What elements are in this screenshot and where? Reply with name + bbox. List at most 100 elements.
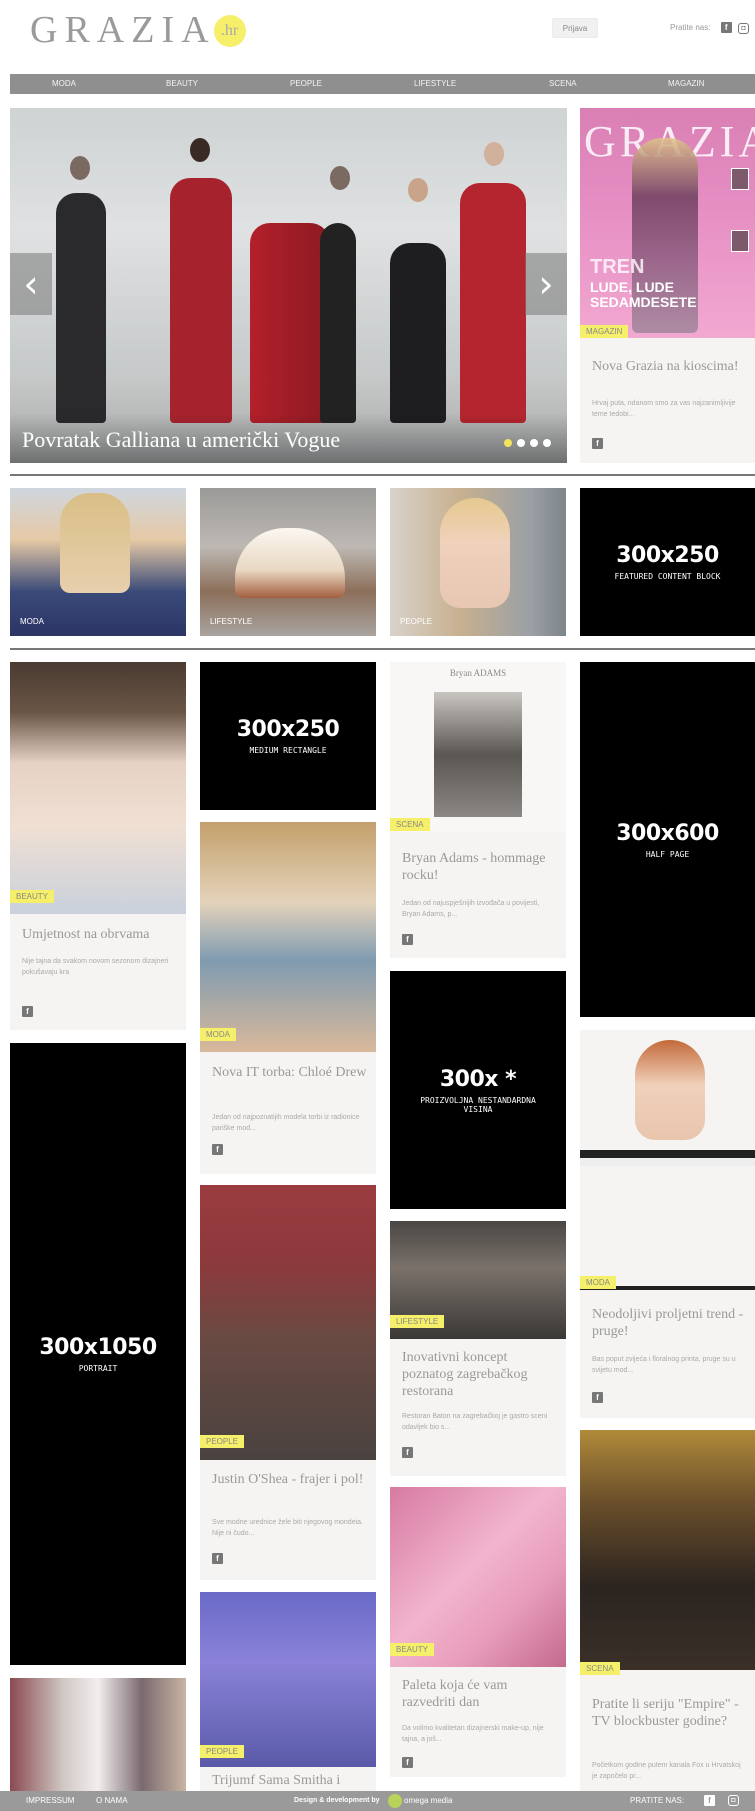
tile-label: PEOPLE	[400, 617, 433, 626]
article-image[interactable]	[390, 1487, 566, 1667]
article-card-chloe-bag[interactable]: MODA Nova IT torba: Chloé Drew Jedan od …	[200, 822, 376, 1174]
article-excerpt: Da volimo kvalitetan dizajnerski make-up…	[402, 1725, 544, 1743]
ad-desc: MEDIUM RECTANGLE	[249, 746, 327, 755]
ad-desc: PROIZVOLJNA NESTANDARDNA VISINA	[420, 1095, 536, 1114]
hero-prev-arrow[interactable]: ‹	[10, 253, 52, 315]
article-title[interactable]: Justin O'Shea - frajer i pol!	[212, 1471, 370, 1488]
footer-about-link[interactable]: O NAMA	[96, 1791, 128, 1811]
hero-model-4	[390, 243, 446, 423]
nav-item-people[interactable]: PEOPLE	[290, 74, 322, 94]
ad-portrait[interactable]: 300x1050 PORTRAIT	[10, 1043, 186, 1665]
tile-people[interactable]: PEOPLE	[390, 488, 566, 636]
site-footer: IMPRESSUM O NAMA Design & development by…	[0, 1791, 755, 1811]
facebook-icon[interactable]: f	[704, 1795, 715, 1806]
ad-desc: PORTRAIT	[78, 1364, 118, 1373]
article-card-beauty-brows[interactable]: BEAUTY Umjetnost na obrvama Nije tajna d…	[10, 662, 186, 1030]
article-image[interactable]	[580, 1030, 755, 1290]
article-title[interactable]: Trijumf Sama Smitha i	[212, 1772, 370, 1789]
article-excerpt: Jedan od najpoznatijih modela torbi iz r…	[212, 1114, 360, 1132]
article-image[interactable]	[580, 1430, 755, 1670]
category-tag[interactable]: LIFESTYLE	[390, 1315, 445, 1328]
hero-pagination	[504, 439, 551, 447]
article-title[interactable]: Umjetnost na obrvama	[22, 926, 180, 943]
article-title[interactable]: Neodoljivi proljetni trend - pruge!	[592, 1306, 750, 1340]
ad-half-page[interactable]: 300x600 HALF PAGE	[580, 662, 755, 1017]
hero-model-1	[56, 193, 106, 423]
footer-company-link[interactable]: omega media	[404, 1791, 452, 1811]
magazine-card[interactable]: GRAZIA TREN LUDE, LUDE SEDAMDESETE MAGAZ…	[580, 108, 755, 463]
hero-model-5	[460, 183, 526, 423]
article-excerpt: Nije tajna da svakom novom sezonom dizaj…	[22, 958, 169, 976]
article-title[interactable]: Inovativni koncept poznatog zagrebačkog …	[402, 1349, 560, 1400]
category-tag[interactable]: BEAUTY	[390, 1643, 435, 1656]
article-image[interactable]	[200, 822, 376, 1052]
article-title[interactable]: Nova IT torba: Chloé Drew	[212, 1064, 370, 1081]
hero-dot-4[interactable]	[543, 439, 551, 447]
facebook-icon[interactable]: f	[592, 438, 603, 449]
ad-medium-rectangle[interactable]: 300x250 MEDIUM RECTANGLE	[200, 662, 376, 810]
hero-dot-3[interactable]	[530, 439, 538, 447]
article-image[interactable]	[10, 1678, 186, 1791]
nav-item-magazin[interactable]: MAGAZIN	[668, 74, 704, 94]
magazine-tag[interactable]: MAGAZIN	[580, 325, 629, 338]
category-tag[interactable]: MODA	[200, 1028, 236, 1041]
article-card-runway[interactable]	[10, 1678, 186, 1791]
instagram-icon[interactable]: ◘	[737, 23, 749, 34]
article-title[interactable]: Paleta koja će vam razvedriti dan	[402, 1677, 560, 1711]
facebook-icon[interactable]: f	[212, 1144, 223, 1155]
category-tag[interactable]: SCENA	[580, 1662, 620, 1675]
ad-featured-content-block[interactable]: 300x250 FEATURED CONTENT BLOCK	[580, 488, 755, 636]
facebook-icon[interactable]: f	[402, 934, 413, 945]
article-image[interactable]	[10, 662, 186, 914]
nav-item-scena[interactable]: SCENA	[549, 74, 577, 94]
hero-model-4-head	[408, 178, 428, 202]
facebook-icon[interactable]: f	[402, 1447, 413, 1458]
category-tag[interactable]: PEOPLE	[200, 1745, 245, 1758]
magazine-cover[interactable]: GRAZIA TREN LUDE, LUDE SEDAMDESETE MAGAZ…	[580, 108, 755, 338]
instagram-icon[interactable]: ◘	[728, 1795, 739, 1806]
article-title[interactable]: Bryan Adams - hommage rocku!	[402, 850, 560, 884]
article-title[interactable]: Pratite li seriju "Empire" - TV blockbus…	[592, 1696, 750, 1730]
facebook-icon[interactable]: f	[720, 22, 732, 33]
hero-dot-2[interactable]	[517, 439, 525, 447]
hero-dot-1[interactable]	[504, 439, 512, 447]
category-tag[interactable]: MODA	[580, 1276, 616, 1289]
hero-slider[interactable]: ‹ › Povratak Galliana u američki Vogue	[10, 108, 567, 463]
logo-text: GRAZIA	[30, 9, 216, 51]
article-card-bryan-adams[interactable]: Bryan ADAMS SCENA Bryan Adams - hommage …	[390, 662, 566, 958]
grazia-logo[interactable]: GRAZIA .hr	[30, 8, 246, 52]
article-card-sam-smith[interactable]: PEOPLE Trijumf Sama Smitha i	[200, 1592, 376, 1791]
article-excerpt: Restoran Baton na zagrebačkoj je gastro …	[402, 1413, 548, 1431]
article-card-oshea[interactable]: PEOPLE Justin O'Shea - frajer i pol! Sve…	[200, 1185, 376, 1580]
nav-item-lifestyle[interactable]: LIFESTYLE	[414, 74, 456, 94]
tile-lifestyle[interactable]: LIFESTYLE	[200, 488, 376, 636]
omega-media-icon	[388, 1794, 402, 1808]
article-image[interactable]	[200, 1185, 376, 1460]
article-card-empire[interactable]: SCENA Pratite li seriju "Empire" - TV bl…	[580, 1430, 755, 1791]
hero-model-3	[250, 223, 330, 423]
nav-item-moda[interactable]: MODA	[52, 74, 76, 94]
article-card-palette[interactable]: BEAUTY Paleta koja će vam razvedriti dan…	[390, 1487, 566, 1777]
category-tag[interactable]: SCENA	[390, 818, 430, 831]
category-tag[interactable]: BEAUTY	[10, 890, 55, 903]
facebook-icon[interactable]: f	[592, 1392, 603, 1403]
main-navigation: MODA BEAUTY PEOPLE LIFESTYLE SCENA MAGAZ…	[10, 74, 755, 94]
footer-impressum-link[interactable]: IMPRESSUM	[26, 1791, 74, 1811]
follow-label: Pratite nas:	[670, 23, 711, 32]
facebook-icon[interactable]: f	[212, 1553, 223, 1564]
hero-title[interactable]: Povratak Galliana u američki Vogue	[22, 427, 340, 453]
facebook-icon[interactable]: f	[22, 1006, 33, 1017]
tile-moda[interactable]: MODA	[10, 488, 186, 636]
category-tag[interactable]: PEOPLE	[200, 1435, 245, 1448]
ad-custom-height[interactable]: 300x * PROIZVOLJNA NESTANDARDNA VISINA	[390, 971, 566, 1209]
nav-item-beauty[interactable]: BEAUTY	[166, 74, 198, 94]
article-card-restaurant[interactable]: LIFESTYLE Inovativni koncept poznatog za…	[390, 1221, 566, 1476]
divider	[10, 474, 755, 476]
magazine-title[interactable]: Nova Grazia na kioscima!	[592, 358, 742, 375]
facebook-icon[interactable]: f	[402, 1757, 413, 1768]
article-card-stripes[interactable]: MODA Neodoljivi proljetni trend - pruge!…	[580, 1030, 755, 1418]
hero-next-arrow[interactable]: ›	[525, 253, 567, 315]
article-image[interactable]	[200, 1592, 376, 1767]
login-button[interactable]: Prijava	[552, 18, 598, 38]
article-image[interactable]: Bryan ADAMS	[390, 662, 566, 832]
